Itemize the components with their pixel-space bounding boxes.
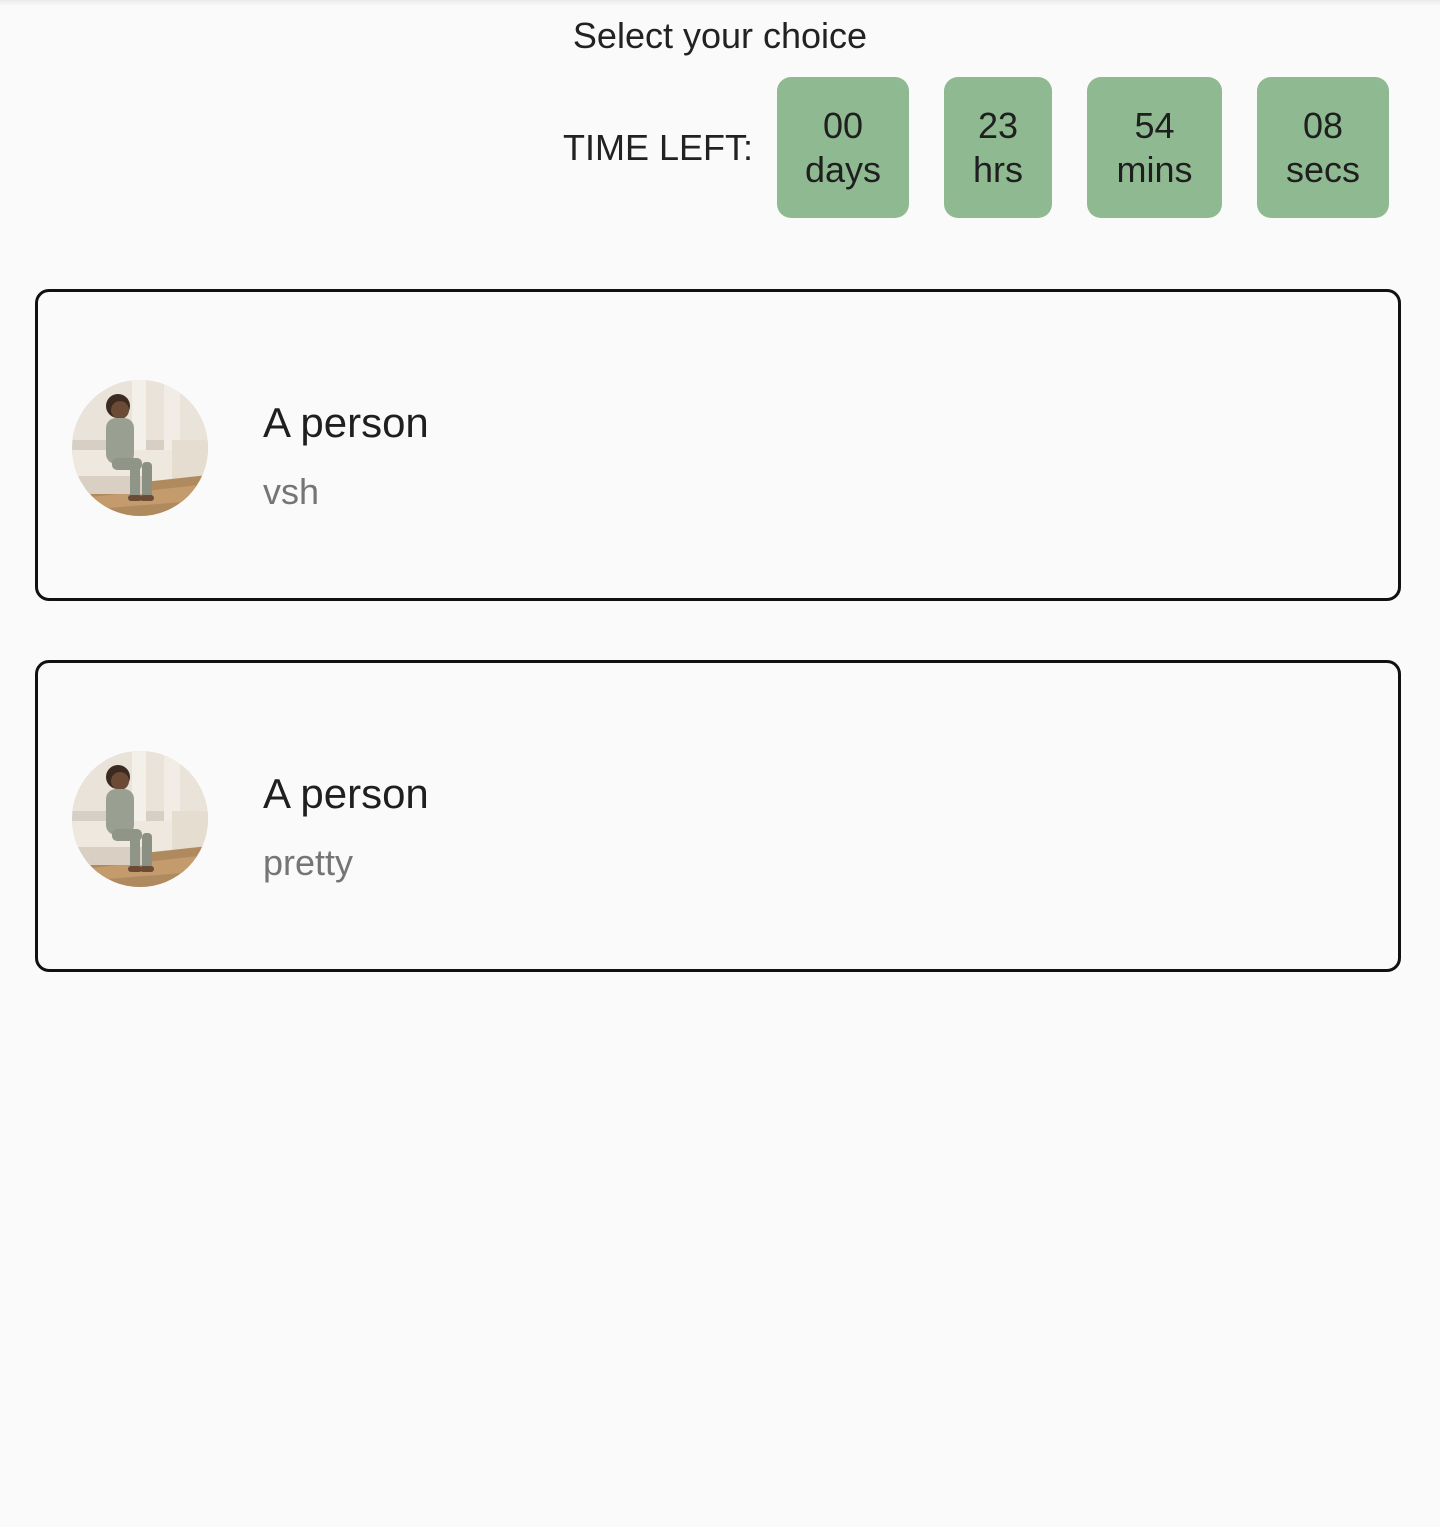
page-title: Select your choice: [572, 15, 868, 56]
timer-seconds-box: 08 secs: [1257, 77, 1389, 218]
timer-hours-unit: hrs: [972, 148, 1023, 190]
timer-days-unit: days: [804, 148, 882, 190]
avatar: [72, 751, 208, 887]
timer-days-box: 00 days: [777, 77, 909, 218]
timer-days-value: 00: [822, 104, 864, 146]
timer-minutes-value: 54: [1134, 104, 1175, 146]
time-left-label: TIME LEFT:: [563, 127, 754, 168]
choice-subtitle: vsh: [263, 471, 320, 512]
timer-hours-box: 23 hrs: [944, 77, 1052, 218]
person-photo-image: [72, 380, 208, 516]
choice-subtitle: pretty: [263, 842, 354, 883]
top-shadow: [0, 0, 1440, 6]
timer-seconds-value: 08: [1302, 104, 1344, 146]
timer-hours-value: 23: [977, 104, 1019, 146]
person-photo-image: [72, 751, 208, 887]
avatar: [72, 380, 208, 516]
timer-seconds-unit: secs: [1285, 148, 1361, 190]
timer-minutes-unit: mins: [1116, 148, 1193, 190]
timer-minutes-box: 54 mins: [1087, 77, 1222, 218]
choice-card[interactable]: A person pretty: [35, 660, 1401, 972]
choice-title: A person: [263, 770, 429, 817]
choice-card[interactable]: A person vsh: [35, 289, 1401, 601]
choice-title: A person: [263, 399, 429, 446]
